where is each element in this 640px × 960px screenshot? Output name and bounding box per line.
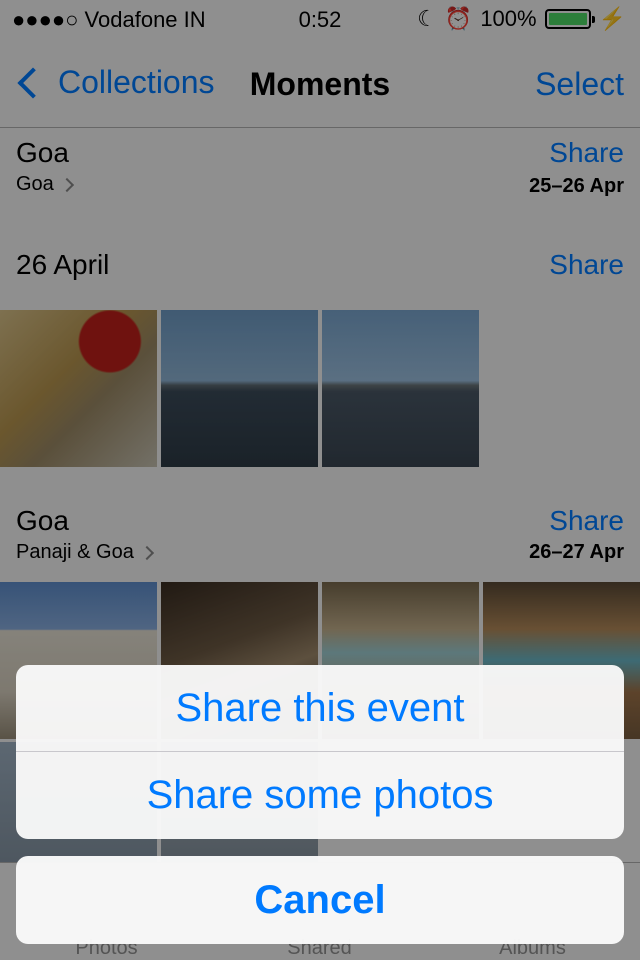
share-some-photos-button[interactable]: Share some photos [16, 752, 624, 839]
action-sheet: Share this event Share some photos [16, 665, 624, 839]
share-this-event-button[interactable]: Share this event [16, 665, 624, 752]
cancel-button[interactable]: Cancel [16, 856, 624, 944]
